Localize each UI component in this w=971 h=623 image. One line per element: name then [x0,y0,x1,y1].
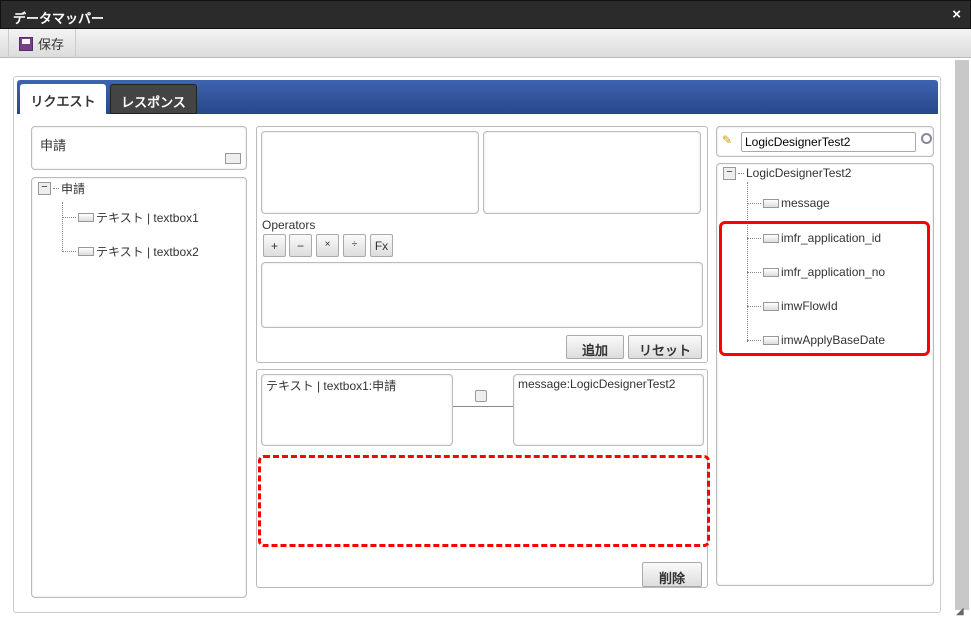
collapse-icon[interactable]: − [723,166,736,180]
pencil-icon: ✎ [722,133,733,147]
plus-button[interactable]: + [263,234,286,257]
highlight-box [719,221,930,356]
collapse-icon[interactable]: − [38,182,51,195]
close-icon[interactable]: × [952,6,961,23]
tab-response[interactable]: レスポンス [110,84,197,114]
add-button[interactable]: 追加 [566,335,624,359]
textbox-icon [78,247,94,256]
tree-item-label: テキスト | textbox1 [96,211,199,225]
tree-item-label: message [781,196,830,210]
resize-grip-icon[interactable]: ◢ [956,606,964,617]
expression-textarea[interactable] [261,262,703,328]
mapping-line [453,406,513,407]
tree-root-label: LogicDesignerTest2 [746,166,852,180]
form-title: 申請 [40,138,67,153]
tree-item[interactable]: テキスト | textbox1 [62,209,199,226]
multiply-button[interactable]: × [316,234,339,257]
divide-button[interactable]: ÷ [343,234,366,257]
scrollbar[interactable] [955,60,969,610]
window-title: データマッパー [13,11,105,26]
tree-item[interactable]: テキスト | textbox2 [62,243,199,260]
toolbar: 保存 [0,29,971,58]
save-button[interactable]: 保存 [8,29,76,58]
tree-root[interactable]: − 申請 [38,180,85,197]
function-button[interactable]: Fx [370,234,393,257]
save-label: 保存 [38,37,65,52]
minus-button[interactable]: − [289,234,312,257]
highlight-dashed-area [258,455,710,547]
target-field-box[interactable] [483,131,701,214]
tab-request[interactable]: リクエスト [20,84,106,114]
reset-button[interactable]: リセット [628,335,702,359]
field-icon [763,198,779,208]
tree-item[interactable]: message [747,196,830,210]
floppy-icon [19,36,33,51]
tree-item-label: テキスト | textbox2 [96,245,199,259]
form-title-box: 申請 [31,126,247,170]
form-icon[interactable] [225,153,241,164]
mapping-source[interactable]: テキスト | textbox1:申請 [261,374,453,446]
form-tree: − 申請 テキスト | textbox1 テキスト | textbox2 [31,177,247,598]
search-row: ✎ [716,126,934,157]
source-field-box[interactable] [261,131,479,214]
mapping-checkbox[interactable] [475,390,487,402]
search-icon[interactable] [921,133,932,144]
title-bar: データマッパー [0,0,971,29]
tree-root-label: 申請 [61,182,86,196]
search-input[interactable] [741,132,916,152]
textbox-icon [78,213,94,222]
delete-button[interactable]: 削除 [642,562,702,587]
mapping-target[interactable]: message:LogicDesignerTest2 [513,374,704,446]
operators-label: Operators [262,218,316,232]
tree-root[interactable]: − LogicDesignerTest2 [723,166,851,180]
